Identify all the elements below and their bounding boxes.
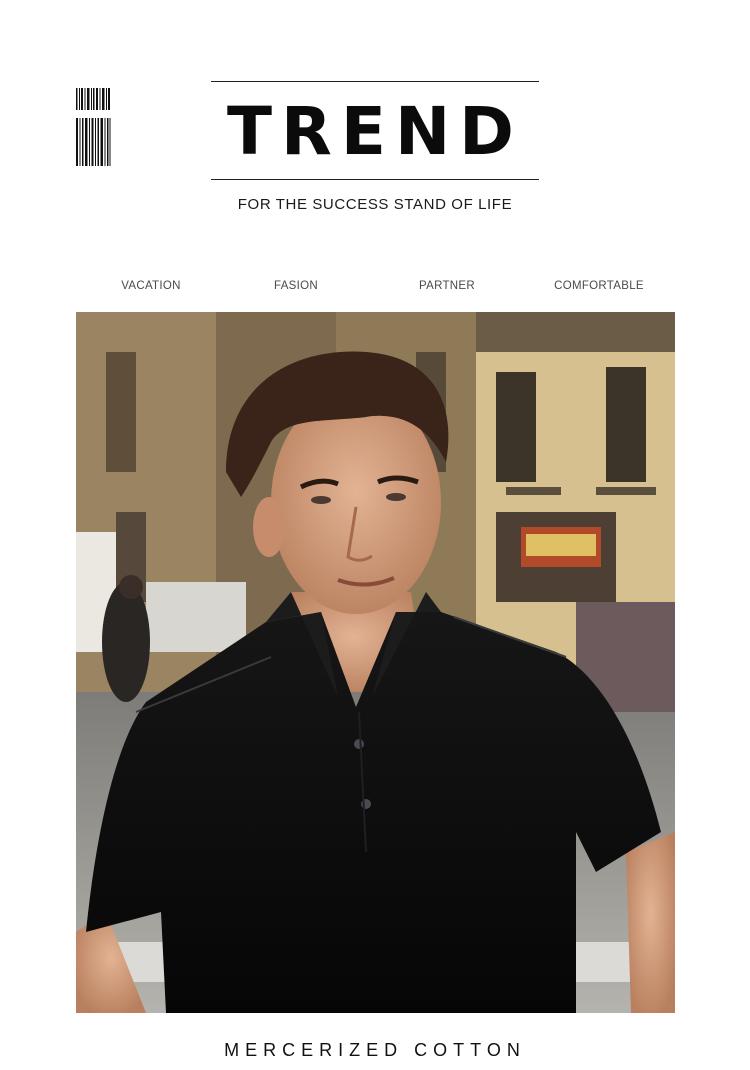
footer-caption: MERCERIZED COTTON [224,1040,526,1060]
tagline: FOR THE SUCCESS STAND OF LIFE [237,196,513,213]
title-bottom-rule [211,179,539,180]
category-fasion[interactable]: FASION [221,280,371,292]
category-vacation[interactable]: VACATION [76,280,226,292]
category-comfortable[interactable]: COMFORTABLE [524,280,674,292]
title-top-rule [211,81,539,82]
barcode-icon [76,86,112,170]
magazine-title: TREND [227,93,523,170]
hero-photo [76,312,675,1013]
category-nav: VACATION FASION PARTNER COMFORTABLE [76,280,676,296]
category-partner[interactable]: PARTNER [372,280,522,292]
